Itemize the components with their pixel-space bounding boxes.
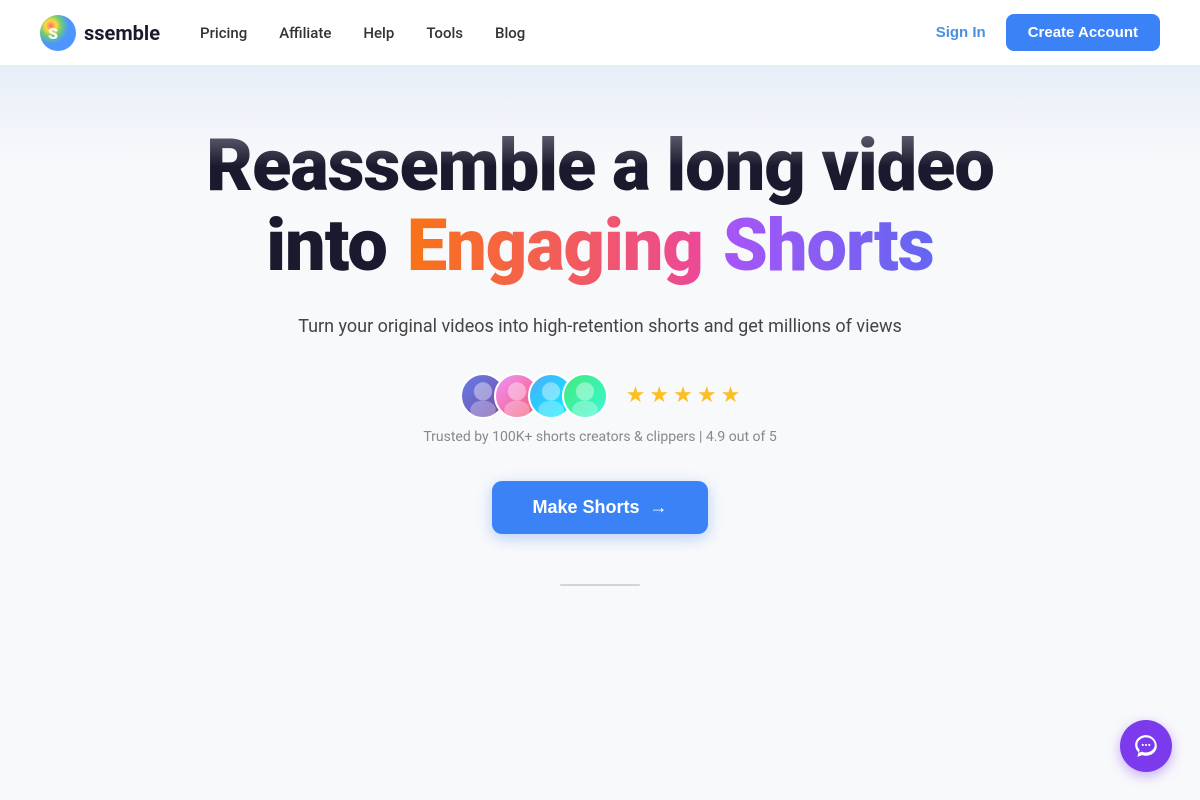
nav-affiliate[interactable]: Affiliate (279, 24, 331, 42)
nav-pricing[interactable]: Pricing (200, 24, 247, 42)
nav-actions: Sign In Create Account (936, 14, 1160, 51)
hero-section: Reassemble a long video into Engaging Sh… (0, 66, 1200, 626)
star-4: ★ (697, 383, 717, 408)
hero-title-line2: into Engaging Shorts (206, 205, 994, 288)
make-shorts-label: Make Shorts (532, 497, 639, 518)
navbar: S ssemble Pricing Affiliate Help Tools B… (0, 0, 1200, 66)
make-shorts-button[interactable]: Make Shorts → (492, 481, 707, 534)
nav-links: Pricing Affiliate Help Tools Blog (200, 24, 936, 42)
cta-section: Make Shorts → (492, 481, 707, 534)
bottom-divider (560, 584, 640, 586)
star-5: ★ (721, 383, 741, 408)
social-proof: ★ ★ ★ ★ ★ Trusted by 100K+ shorts creato… (423, 373, 776, 445)
nav-help[interactable]: Help (363, 24, 394, 42)
avatar-4 (562, 373, 608, 419)
hero-subtitle: Turn your original videos into high-rete… (298, 316, 902, 337)
hero-title: Reassemble a long video into Engaging Sh… (206, 126, 994, 288)
create-account-button[interactable]: Create Account (1006, 14, 1160, 51)
star-2: ★ (649, 383, 669, 408)
sign-in-button[interactable]: Sign In (936, 24, 986, 41)
avatars-stars-row: ★ ★ ★ ★ ★ (460, 373, 741, 419)
make-shorts-arrow: → (650, 497, 668, 518)
hero-title-shorts: Shorts (723, 205, 934, 288)
logo-text: ssemble (84, 21, 160, 45)
chat-bot-icon (1133, 733, 1159, 759)
star-3: ★ (673, 383, 693, 408)
divider-line (560, 584, 640, 586)
nav-blog[interactable]: Blog (495, 24, 525, 42)
hero-title-into: into (266, 205, 387, 288)
star-rating: ★ ★ ★ ★ ★ (626, 383, 741, 408)
chat-widget-button[interactable] (1120, 720, 1172, 772)
svg-text:S: S (48, 24, 58, 43)
hero-title-line1: Reassemble a long video (206, 126, 994, 205)
logo-icon: S (40, 15, 76, 51)
star-1: ★ (626, 383, 646, 408)
logo-link[interactable]: S ssemble (40, 15, 160, 51)
hero-title-engaging: Engaging (407, 205, 703, 288)
user-avatars (460, 373, 608, 419)
social-proof-text: Trusted by 100K+ shorts creators & clipp… (423, 429, 776, 445)
nav-tools[interactable]: Tools (426, 24, 463, 42)
